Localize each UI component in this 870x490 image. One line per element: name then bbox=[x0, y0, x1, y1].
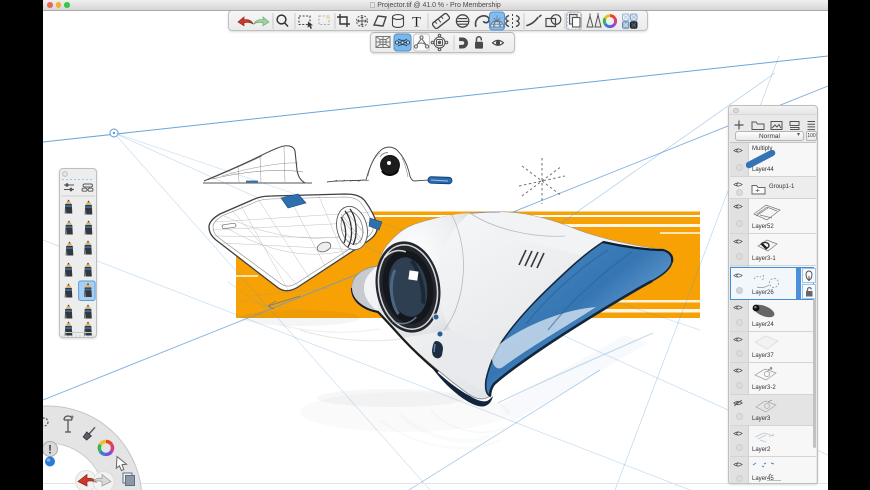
svg-text:!: ! bbox=[48, 443, 52, 457]
svg-text:T: T bbox=[412, 15, 421, 31]
